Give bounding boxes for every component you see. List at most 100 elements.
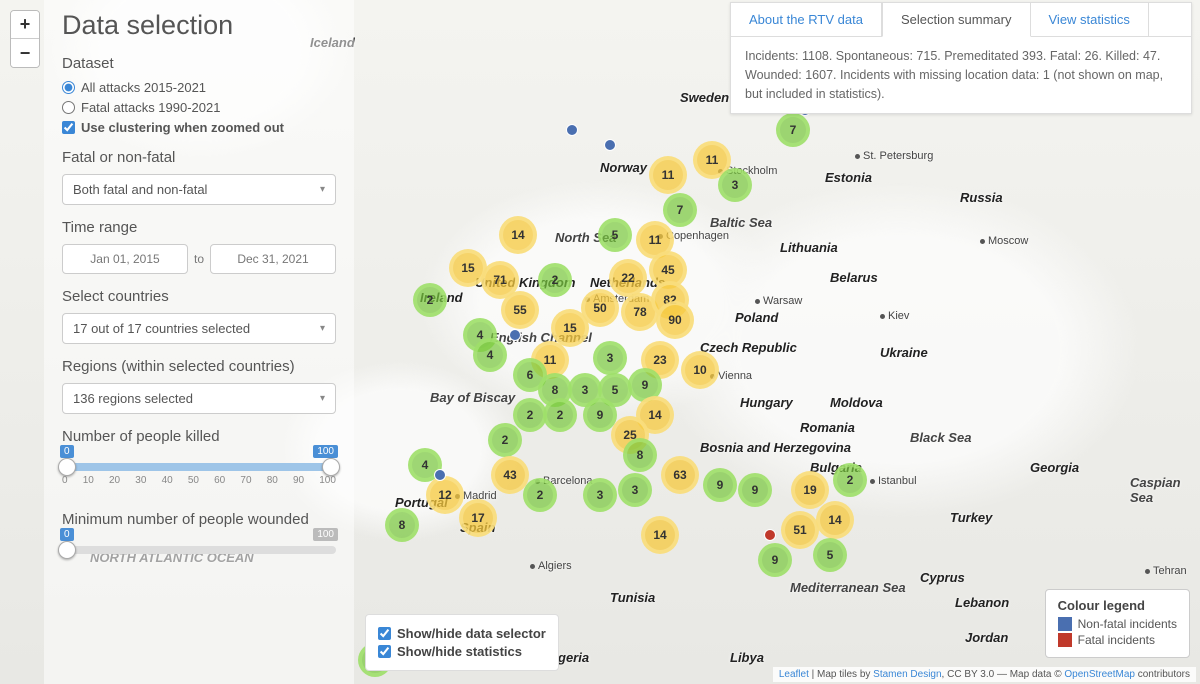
regions-select[interactable]: 136 regions selected [62, 383, 336, 414]
incident-marker[interactable] [764, 529, 776, 541]
map-label: Moscow [980, 235, 1028, 247]
legend-label-nonfatal: Non-fatal incidents [1078, 617, 1177, 631]
fatal-select[interactable]: Both fatal and non-fatal [62, 174, 336, 205]
radio-all-attacks[interactable] [62, 81, 75, 94]
attrib-stamen-link[interactable]: Stamen Design [873, 669, 941, 680]
map-label: Georgia [1030, 460, 1079, 475]
toggle-data-selector[interactable] [378, 627, 391, 640]
tab-view-stats[interactable]: View statistics [1031, 3, 1149, 36]
zoom-control: + − [10, 10, 40, 68]
map-label: Istanbul [870, 475, 917, 487]
cluster-marker[interactable]: 3 [618, 473, 652, 507]
time-header: Time range [62, 219, 336, 236]
cluster-marker[interactable]: 2 [538, 263, 572, 297]
cluster-marker[interactable]: 9 [738, 473, 772, 507]
incident-marker[interactable] [509, 329, 521, 341]
cluster-marker[interactable]: 2 [513, 398, 547, 432]
cluster-marker[interactable]: 51 [781, 511, 819, 549]
map-label: Ukraine [880, 345, 928, 360]
toggle-statistics[interactable] [378, 645, 391, 658]
map-label: St. Petersburg [855, 150, 933, 162]
wounded-slider[interactable]: 0 100 [62, 536, 336, 580]
incident-marker[interactable] [566, 124, 578, 136]
map-label: Lebanon [955, 595, 1009, 610]
cluster-marker[interactable]: 8 [385, 508, 419, 542]
cluster-marker[interactable]: 10 [681, 351, 719, 389]
cluster-marker[interactable]: 17 [459, 499, 497, 537]
cluster-marker[interactable]: 2 [543, 398, 577, 432]
map-label: Lithuania [780, 240, 838, 255]
map-label: Cyprus [920, 570, 965, 585]
countries-select-value: 17 out of 17 countries selected [73, 321, 250, 336]
cluster-marker[interactable]: 12 [426, 476, 464, 514]
cluster-marker[interactable]: 90 [656, 301, 694, 339]
cluster-marker[interactable]: 4 [473, 338, 507, 372]
cluster-marker[interactable]: 2 [413, 283, 447, 317]
cluster-marker[interactable]: 14 [641, 516, 679, 554]
radio-fatal-attacks[interactable] [62, 101, 75, 114]
date-to-input[interactable]: Dec 31, 2021 [210, 244, 336, 274]
map-label: Warsaw [755, 295, 802, 307]
killed-slider[interactable]: 0 100 0102030405060708090100 [62, 453, 336, 497]
regions-header: Regions (within selected countries) [62, 358, 336, 375]
cluster-marker[interactable]: 3 [593, 341, 627, 375]
checkbox-clustering[interactable] [62, 121, 75, 134]
regions-select-value: 136 regions selected [73, 391, 193, 406]
panel-title: Data selection [62, 10, 336, 41]
attrib-leaflet-link[interactable]: Leaflet [779, 669, 809, 680]
cluster-marker[interactable]: 5 [813, 538, 847, 572]
killed-handle-max[interactable] [322, 458, 340, 476]
zoom-in-button[interactable]: + [11, 11, 39, 39]
cluster-marker[interactable]: 22 [609, 259, 647, 297]
cluster-marker[interactable]: 9 [703, 468, 737, 502]
cluster-marker[interactable]: 7 [663, 193, 697, 227]
killed-handle-min[interactable] [58, 458, 76, 476]
cluster-marker[interactable]: 19 [791, 471, 829, 509]
map-label: Caspian Sea [1130, 475, 1200, 505]
map-label: Bay of Biscay [430, 390, 515, 405]
map-label: Baltic Sea [710, 215, 772, 230]
zoom-out-button[interactable]: − [11, 39, 39, 67]
cluster-marker[interactable]: 14 [499, 216, 537, 254]
cluster-marker[interactable]: 3 [583, 478, 617, 512]
map-label: Hungary [740, 395, 793, 410]
map-label: Sweden [680, 90, 729, 105]
incident-marker[interactable] [604, 139, 616, 151]
fatal-header: Fatal or non-fatal [62, 149, 336, 166]
cluster-marker[interactable]: 2 [833, 463, 867, 497]
wounded-handle[interactable] [58, 541, 76, 559]
data-selector-panel: Data selection Dataset All attacks 2015-… [44, 0, 354, 684]
cluster-marker[interactable]: 11 [649, 156, 687, 194]
cluster-marker[interactable]: 5 [598, 218, 632, 252]
toggle-statistics-label: Show/hide statistics [397, 644, 522, 659]
info-tabs: About the RTV data Selection summary Vie… [731, 3, 1191, 37]
map-label: Black Sea [910, 430, 971, 445]
map-label: Bosnia and Herzegovina [700, 440, 851, 455]
cluster-marker[interactable]: 2 [488, 423, 522, 457]
colour-legend: Colour legend Non-fatal incidents Fatal … [1045, 589, 1190, 658]
info-panel: About the RTV data Selection summary Vie… [730, 2, 1192, 114]
cluster-marker[interactable]: 3 [718, 168, 752, 202]
map-label: Tehran [1145, 565, 1187, 577]
map-label: Mediterranean Sea [790, 580, 906, 595]
attrib-osm-link[interactable]: OpenStreetMap [1064, 669, 1135, 680]
map-label: Kiev [880, 310, 909, 322]
map-label: Libya [730, 650, 764, 665]
date-from-input[interactable]: Jan 01, 2015 [62, 244, 188, 274]
cluster-marker[interactable]: 55 [501, 291, 539, 329]
tab-about[interactable]: About the RTV data [731, 3, 882, 36]
map-label: Czech Republic [700, 340, 797, 355]
cluster-marker[interactable]: 9 [758, 543, 792, 577]
cluster-marker[interactable]: 63 [661, 456, 699, 494]
cluster-marker[interactable]: 14 [816, 501, 854, 539]
incident-marker[interactable] [434, 469, 446, 481]
cluster-marker[interactable]: 7 [776, 113, 810, 147]
legend-swatch-nonfatal [1058, 617, 1072, 631]
cluster-marker[interactable]: 8 [623, 438, 657, 472]
cluster-marker[interactable]: 2 [523, 478, 557, 512]
tab-selection-summary[interactable]: Selection summary [882, 3, 1031, 37]
legend-swatch-fatal [1058, 633, 1072, 647]
wounded-header: Minimum number of people wounded [62, 511, 336, 528]
countries-select[interactable]: 17 out of 17 countries selected [62, 313, 336, 344]
countries-header: Select countries [62, 288, 336, 305]
